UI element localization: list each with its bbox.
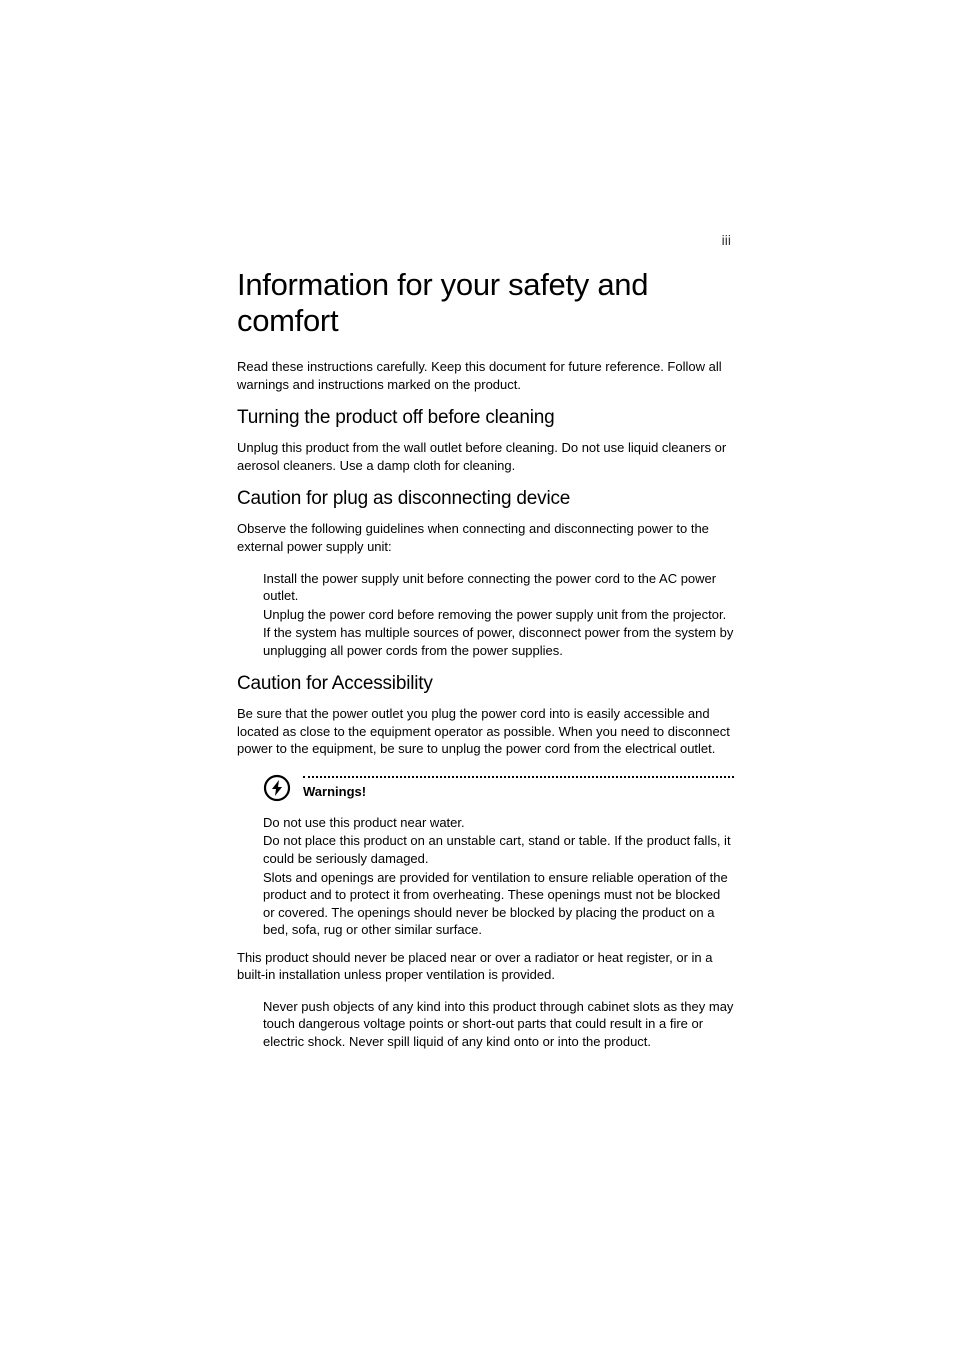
section-heading-accessibility: Caution for Accessibility: [237, 673, 734, 695]
warning-list-b: Never push objects of any kind into this…: [237, 998, 734, 1051]
intro-paragraph: Read these instructions carefully. Keep …: [237, 358, 734, 393]
warning-mid-paragraph: This product should never be placed near…: [237, 949, 734, 984]
section-intro-plug: Observe the following guidelines when co…: [237, 520, 734, 555]
list-item: Never push objects of any kind into this…: [263, 998, 734, 1051]
warning-label: Warnings!: [303, 784, 734, 799]
section-body-cleaning: Unplug this product from the wall outlet…: [237, 439, 734, 474]
list-item: Do not use this product near water.: [263, 814, 734, 832]
list-item: Install the power supply unit before con…: [263, 570, 734, 605]
warning-list-a: Do not use this product near water. Do n…: [237, 814, 734, 939]
section-heading-plug: Caution for plug as disconnecting device: [237, 488, 734, 510]
warning-header: Warnings!: [237, 772, 734, 802]
page-title: Information for your safety and comfort: [237, 267, 734, 338]
list-item: Slots and openings are provided for vent…: [263, 869, 734, 939]
dotted-divider: [303, 776, 734, 778]
page-number: iii: [722, 232, 731, 248]
warning-block: Warnings!: [237, 772, 734, 802]
document-page: iii Information for your safety and comf…: [0, 0, 954, 1051]
list-item: Unplug the power cord before removing th…: [263, 606, 734, 624]
list-item: If the system has multiple sources of po…: [263, 624, 734, 659]
section-body-accessibility: Be sure that the power outlet you plug t…: [237, 705, 734, 758]
section-heading-cleaning: Turning the product off before cleaning: [237, 407, 734, 429]
plug-guidelines-list: Install the power supply unit before con…: [237, 570, 734, 660]
list-item: Do not place this product on an unstable…: [263, 832, 734, 867]
lightning-warning-icon: [263, 774, 291, 802]
